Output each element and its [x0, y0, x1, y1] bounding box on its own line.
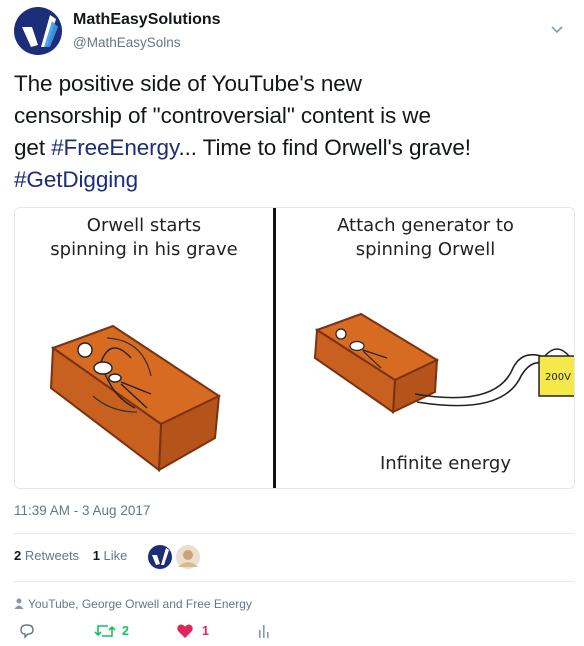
tweet-media-comic[interactable]: Orwell starts spinning in his grave Atta…: [14, 207, 575, 489]
analytics-button[interactable]: [258, 622, 272, 640]
tweet-actions: 2 1: [14, 622, 574, 644]
retweets-stat[interactable]: 2 Retweets: [14, 548, 79, 563]
reply-icon: [20, 624, 34, 639]
like-count: 1: [202, 624, 209, 638]
likes-label: Like: [103, 548, 128, 563]
tweet-context[interactable]: YouTube, George Orwell and Free Energy: [14, 597, 252, 611]
liker-avatar-user[interactable]: [176, 545, 200, 569]
retweet-count: 2: [122, 624, 129, 638]
analytics-icon: [259, 625, 269, 638]
liker-avatar-matheasy[interactable]: [148, 545, 172, 569]
hashtag-get-digging[interactable]: #GetDigging: [14, 167, 138, 192]
tweet-header: MathEasySolutions @MathEasySolns: [14, 6, 574, 58]
reply-button[interactable]: [18, 622, 36, 640]
tweet-text-fragment: ... Time to find Orwell's grave!: [178, 135, 471, 160]
tweet-timestamp[interactable]: 11:39 AM - 3 Aug 2017: [14, 503, 150, 518]
tweet-text-line: get #FreeEnergy... Time to find Orwell's…: [14, 132, 574, 164]
tweet-text-line: The positive side of YouTube's new: [14, 71, 362, 96]
heart-icon: [177, 624, 193, 638]
retweets-count: 2: [14, 548, 22, 563]
tweet-stats: 2 Retweets 1 Like: [14, 548, 137, 563]
tweet-text: The positive side of YouTube's new censo…: [14, 68, 574, 196]
author-handle[interactable]: @MathEasySolns: [73, 35, 181, 50]
comic-panel-right: Attach generator to spinning Orwell 200V…: [277, 208, 574, 488]
comic-divider: [273, 208, 276, 488]
tweet-text-line: censorship of "controversial" content is…: [14, 103, 431, 128]
like-button[interactable]: 1: [176, 622, 209, 640]
chevron-down-icon[interactable]: [548, 20, 566, 38]
generator-label: 200V: [545, 372, 571, 383]
bottom-caption: Infinite energy: [379, 453, 512, 474]
hashtag-free-energy[interactable]: #FreeEnergy: [51, 135, 178, 160]
matheasy-logo-icon[interactable]: [14, 7, 62, 55]
generator-grave-illustration: 200V: [313, 312, 574, 414]
retweet-button[interactable]: 2: [94, 622, 129, 640]
context-label: YouTube, George Orwell and Free Energy: [28, 597, 252, 611]
likes-count: 1: [92, 548, 100, 563]
divider-line: [14, 581, 574, 582]
tweet-text-line: #GetDigging: [14, 164, 574, 196]
comic-panel-left: Orwell starts spinning in his grave: [15, 208, 273, 488]
author-display-name[interactable]: MathEasySolutions: [73, 11, 221, 29]
spinning-grave-illustration: [49, 324, 222, 472]
divider-line: [14, 533, 574, 534]
retweet-icon: [94, 625, 116, 637]
tweet-text-fragment: get: [14, 135, 52, 160]
liker-avatars[interactable]: [146, 543, 206, 571]
person-icon: [14, 598, 24, 609]
likes-stat[interactable]: 1 Like: [93, 548, 128, 563]
retweets-label: Retweets: [24, 548, 80, 563]
